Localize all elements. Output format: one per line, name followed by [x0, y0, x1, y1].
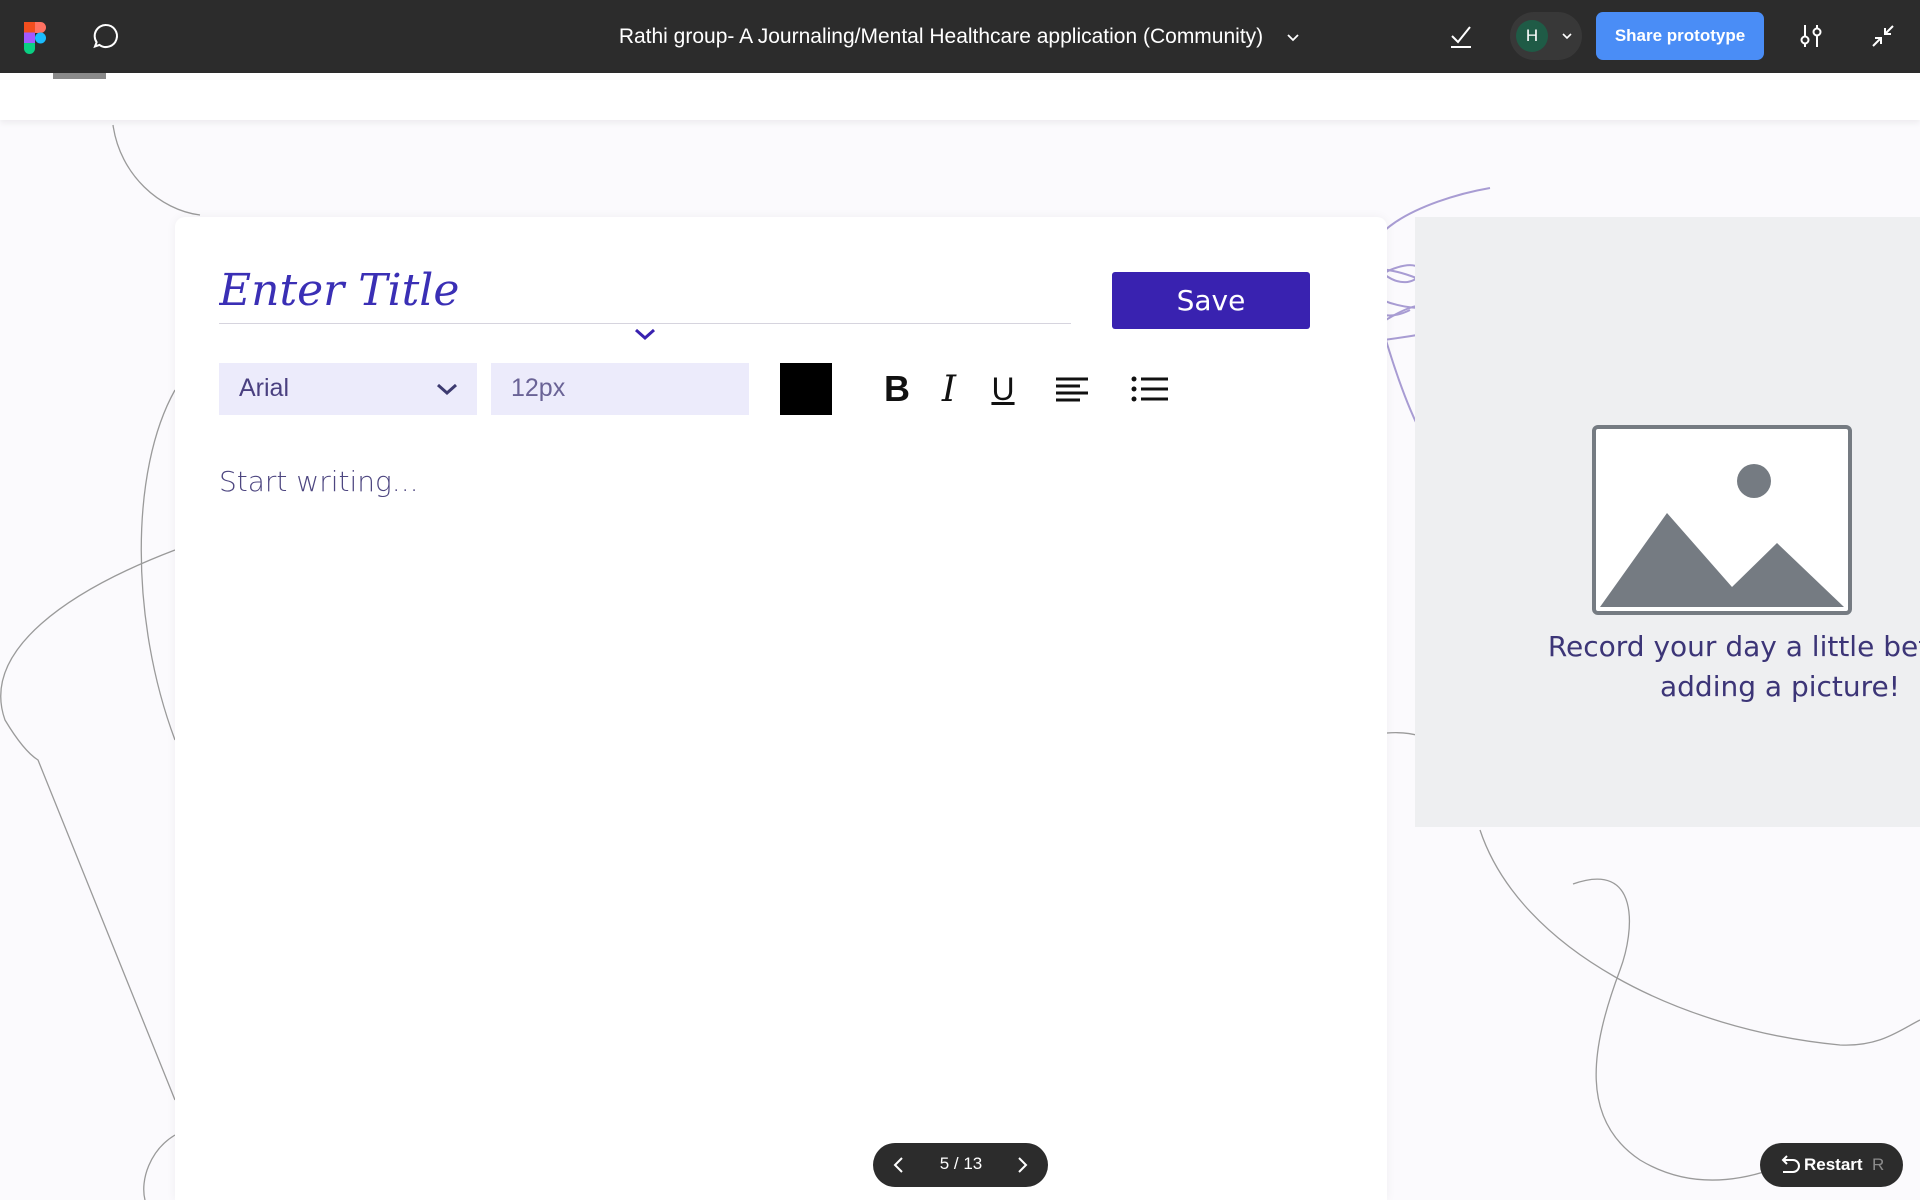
page-indicator: 5 / 13: [939, 1154, 983, 1173]
restart-label: Restart: [1804, 1155, 1863, 1174]
document-title: Rathi group- A Journaling/Mental Healthc…: [618, 24, 1264, 48]
chevron-down-icon: [1287, 33, 1299, 41]
font-family-select[interactable]: Arial: [219, 363, 477, 415]
image-placeholder-icon: [1592, 425, 1852, 615]
align-left-button[interactable]: [1053, 367, 1091, 411]
checkmark-icon[interactable]: [1447, 22, 1475, 50]
font-size-input[interactable]: 12px: [491, 363, 749, 415]
save-button[interactable]: Save: [1112, 272, 1310, 329]
chevron-down-icon: [437, 383, 457, 396]
align-left-icon: [1056, 377, 1088, 402]
chevron-left-icon[interactable]: [887, 1153, 911, 1177]
chevron-right-icon[interactable]: [1010, 1153, 1034, 1177]
prototype-pager: 5 / 13: [873, 1143, 1048, 1187]
restart-shortcut: R: [1872, 1155, 1885, 1174]
chevron-down-icon[interactable]: [633, 327, 657, 341]
header-tab-indicator: [53, 73, 106, 79]
font-family-value: Arial: [239, 374, 290, 402]
body-editor[interactable]: Start writing...: [219, 465, 419, 498]
app-header-bar: [0, 73, 1920, 120]
italic-button[interactable]: I: [931, 367, 967, 411]
add-picture-panel[interactable]: Record your day a little better by addin…: [1415, 217, 1920, 827]
restart-button[interactable]: Restart R: [1760, 1143, 1903, 1187]
bold-button[interactable]: B: [875, 367, 919, 411]
avatar: H: [1516, 20, 1548, 52]
prototype-toolbar: Rathi group- A Journaling/Mental Healthc…: [0, 0, 1920, 73]
underline-button[interactable]: U: [985, 367, 1021, 411]
title-input[interactable]: [219, 257, 1071, 324]
text-color-picker[interactable]: [780, 363, 832, 415]
chevron-down-icon: [1562, 33, 1572, 40]
add-picture-caption: Record your day a little better by addin…: [1547, 630, 1920, 703]
bullet-list-icon: [1131, 376, 1168, 402]
share-prototype-button[interactable]: Share prototype: [1596, 12, 1764, 60]
restart-icon: [1781, 1155, 1800, 1173]
journal-editor-card: Save Arial 12px B I U Start writing...: [175, 217, 1387, 1200]
user-menu[interactable]: H: [1510, 12, 1582, 60]
collapse-icon[interactable]: [1869, 22, 1897, 50]
settings-sliders-icon[interactable]: [1797, 22, 1825, 50]
font-size-value: 12px: [511, 374, 566, 402]
bullet-list-button[interactable]: [1130, 367, 1170, 411]
